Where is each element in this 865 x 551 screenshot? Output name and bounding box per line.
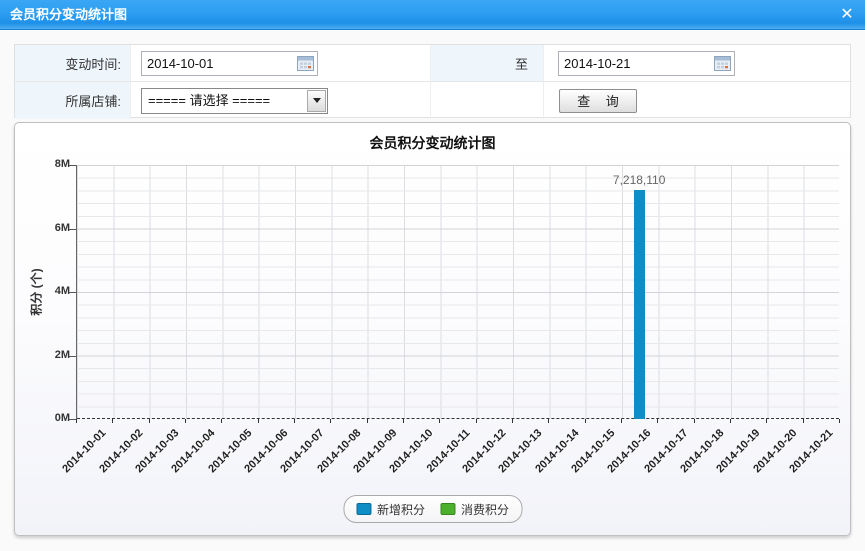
- shop-select-cell: ===== 请选择 =====: [131, 82, 431, 119]
- x-axis-tick: [258, 419, 259, 423]
- x-axis-tick: [730, 419, 731, 423]
- x-axis-tick: [112, 419, 113, 423]
- y-axis-tick-label: 8M: [34, 158, 70, 170]
- y-axis-tick-label: 4M: [34, 285, 70, 297]
- to-date-field[interactable]: [558, 51, 735, 76]
- bar-新增积分[interactable]: [634, 190, 645, 419]
- y-axis-tick-label: 6M: [34, 222, 70, 234]
- legend-swatch-green: [440, 503, 455, 515]
- change-time-label: 变动时间:: [15, 45, 131, 82]
- x-axis-tick: [585, 419, 586, 423]
- x-axis-tick: [439, 419, 440, 423]
- query-cell: 查 询: [544, 82, 852, 119]
- plot-area: [76, 165, 839, 419]
- x-axis-tick: [621, 419, 622, 423]
- y-axis-tick: [69, 419, 76, 420]
- x-axis-tick: [476, 419, 477, 423]
- to-date-cell: [544, 45, 852, 82]
- x-axis-tick: [294, 419, 295, 423]
- x-axis-tick: [330, 419, 331, 423]
- x-axis-tick: [766, 419, 767, 423]
- filter-form: 变动时间: 至: [14, 44, 851, 118]
- from-date-input[interactable]: [142, 52, 317, 75]
- y-axis-tick: [69, 229, 76, 230]
- chevron-down-icon: [313, 98, 321, 103]
- query-button[interactable]: 查 询: [559, 89, 637, 113]
- chart-panel: 会员积分变动统计图 积分 (个) 新增积分 消费积分 0M2M4M6M8M201…: [14, 122, 851, 536]
- legend-swatch-blue: [356, 503, 371, 515]
- x-axis-tick: [548, 419, 549, 423]
- legend-label: 消费积分: [461, 501, 509, 518]
- legend-item-new-points[interactable]: 新增积分: [356, 501, 425, 518]
- x-axis-tick: [512, 419, 513, 423]
- x-axis-tick: [803, 419, 804, 423]
- dialog-title: 会员积分变动统计图: [10, 0, 127, 29]
- dropdown-arrow-button[interactable]: [307, 90, 326, 112]
- x-axis-tick: [221, 419, 222, 423]
- x-axis-tick: [839, 419, 840, 423]
- y-axis-tick: [69, 356, 76, 357]
- legend-item-consumed-points[interactable]: 消费积分: [440, 501, 509, 518]
- shop-select[interactable]: ===== 请选择 =====: [141, 88, 328, 114]
- x-axis-category-label: 2014-10-01: [44, 427, 109, 492]
- chart-title: 会员积分变动统计图: [15, 133, 850, 153]
- bar-value-label: 7,218,110: [613, 173, 666, 187]
- shop-select-value: ===== 请选择 =====: [148, 89, 270, 113]
- y-axis-tick-label: 2M: [34, 349, 70, 361]
- chart-legend: 新增积分 消费积分: [343, 495, 522, 523]
- y-axis-tick: [69, 165, 76, 166]
- to-label: 至: [431, 45, 544, 82]
- empty-cell: [431, 82, 544, 119]
- x-axis-tick: [149, 419, 150, 423]
- x-axis-tick: [367, 419, 368, 423]
- legend-label: 新增积分: [377, 501, 425, 518]
- y-axis-tick: [69, 292, 76, 293]
- x-axis-tick: [403, 419, 404, 423]
- x-axis-tick: [185, 419, 186, 423]
- from-date-cell: [131, 45, 431, 82]
- dialog-titlebar: 会员积分变动统计图 ✕: [0, 0, 865, 30]
- calendar-icon[interactable]: [297, 56, 314, 71]
- y-axis-tick-label: 0M: [34, 412, 70, 424]
- shop-label: 所属店铺:: [15, 82, 131, 119]
- close-icon[interactable]: ✕: [838, 6, 856, 24]
- calendar-icon[interactable]: [714, 56, 731, 71]
- x-axis-tick: [76, 419, 77, 423]
- to-date-input[interactable]: [559, 52, 734, 75]
- x-axis-tick: [657, 419, 658, 423]
- x-axis-tick: [694, 419, 695, 423]
- from-date-field[interactable]: [141, 51, 318, 76]
